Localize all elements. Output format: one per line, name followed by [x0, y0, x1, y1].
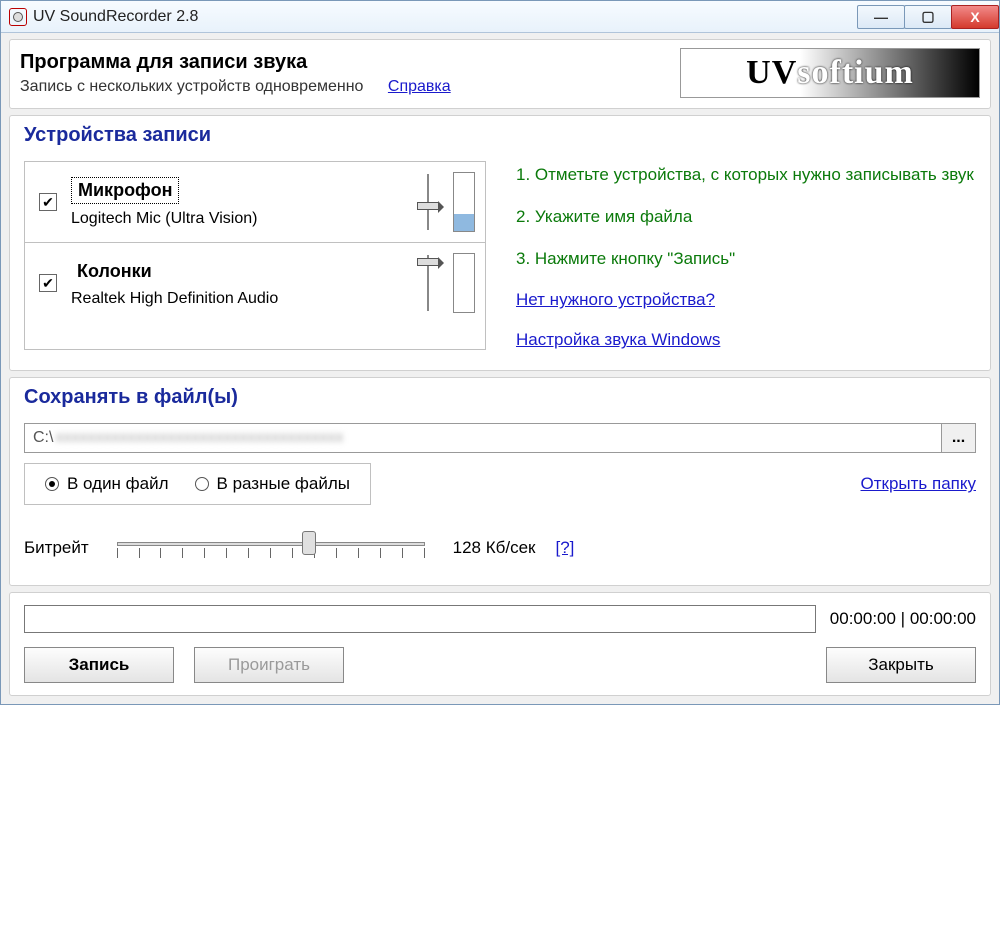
save-path-blurred: xxxxxxxxxxxxxxxxxxxxxxxxxxxxxxxxxxxx	[55, 429, 343, 447]
instruction-step: 3. Нажмите кнопку "Запись"	[516, 247, 976, 271]
progress-row: 00:00:00 | 00:00:00	[24, 605, 976, 633]
brand-logo: UVsoftium	[680, 48, 980, 98]
window-title: UV SoundRecorder 2.8	[33, 8, 198, 26]
device-row: ✔ Микрофон Logitech Mic (Ultra Vision)	[25, 162, 485, 243]
header-title: Программа для записи звука	[20, 51, 451, 74]
bitrate-row: Битрейт 128 Кб/сек [?]	[24, 531, 976, 565]
devices-panel: Устройства записи ✔ Микрофон Logitech Mi…	[9, 115, 991, 371]
header-text: Программа для записи звука Запись с неск…	[20, 51, 451, 96]
save-path-input[interactable]: C:\ xxxxxxxxxxxxxxxxxxxxxxxxxxxxxxxxxxxx	[24, 423, 942, 453]
window-controls: — ▢ X	[858, 5, 999, 29]
device-checkbox[interactable]: ✔	[39, 274, 57, 292]
radio-indicator	[195, 477, 209, 491]
device-volume-slider[interactable]	[415, 253, 441, 313]
device-level-meter	[453, 253, 475, 313]
missing-device-link[interactable]: Нет нужного устройства?	[516, 290, 976, 310]
window-close-button[interactable]: X	[951, 5, 999, 29]
device-name: Микрофон	[71, 177, 179, 204]
maximize-button[interactable]: ▢	[904, 5, 952, 29]
content-area: Программа для записи звука Запись с неск…	[1, 33, 999, 704]
save-mode-row: В один файл В разные файлы Открыть папку	[24, 463, 976, 505]
titlebar: UV SoundRecorder 2.8 — ▢ X	[1, 1, 999, 33]
device-level-meter	[453, 172, 475, 232]
device-checkbox[interactable]: ✔	[39, 193, 57, 211]
bitrate-label: Битрейт	[24, 538, 89, 558]
bitrate-value: 128 Кб/сек	[453, 538, 536, 558]
device-row: ✔ Колонки Realtek High Definition Audio	[25, 243, 485, 323]
save-path-row: C:\ xxxxxxxxxxxxxxxxxxxxxxxxxxxxxxxxxxxx…	[24, 423, 976, 453]
device-labels: Колонки Realtek High Definition Audio	[71, 259, 415, 308]
radio-indicator	[45, 477, 59, 491]
minimize-button[interactable]: —	[857, 5, 905, 29]
play-button[interactable]: Проиграть	[194, 647, 344, 683]
time-display: 00:00:00 | 00:00:00	[830, 609, 976, 629]
record-button[interactable]: Запись	[24, 647, 174, 683]
instructions: 1. Отметьте устройства, с которых нужно …	[516, 161, 976, 350]
bitrate-thumb[interactable]	[302, 531, 316, 555]
instruction-step: 1. Отметьте устройства, с которых нужно …	[516, 163, 976, 187]
device-labels: Микрофон Logitech Mic (Ultra Vision)	[71, 177, 415, 228]
device-list: ✔ Микрофон Logitech Mic (Ultra Vision) ✔…	[24, 161, 486, 350]
radio-single-label: В один файл	[67, 474, 169, 494]
devices-title: Устройства записи	[24, 124, 976, 147]
instruction-step: 2. Укажите имя файла	[516, 205, 976, 229]
bitrate-help-link[interactable]: [?]	[555, 538, 574, 558]
header-panel: Программа для записи звука Запись с неск…	[9, 39, 991, 109]
radio-multi-file[interactable]: В разные файлы	[195, 474, 350, 494]
save-path-value: C:\	[33, 429, 53, 447]
browse-button[interactable]: ...	[942, 423, 976, 453]
logo-left: UV	[746, 54, 797, 92]
device-volume-slider[interactable]	[415, 172, 441, 232]
help-link[interactable]: Справка	[388, 78, 451, 95]
device-name: Колонки	[71, 259, 158, 284]
header-subtitle: Запись с нескольких устройств одновремен…	[20, 78, 363, 95]
save-title: Сохранять в файл(ы)	[24, 386, 976, 409]
close-button[interactable]: Закрыть	[826, 647, 976, 683]
progress-bar	[24, 605, 816, 633]
device-description: Realtek High Definition Audio	[71, 290, 415, 308]
open-folder-link[interactable]: Открыть папку	[861, 474, 976, 494]
device-description: Logitech Mic (Ultra Vision)	[71, 210, 415, 228]
save-mode-group: В один файл В разные файлы	[24, 463, 371, 505]
radio-single-file[interactable]: В один файл	[45, 474, 169, 494]
app-icon	[9, 8, 27, 26]
save-panel: Сохранять в файл(ы) C:\ xxxxxxxxxxxxxxxx…	[9, 377, 991, 586]
radio-multi-label: В разные файлы	[217, 474, 350, 494]
logo-right: softium	[797, 54, 914, 92]
bitrate-slider[interactable]	[111, 531, 431, 565]
button-row: Запись Проиграть Закрыть	[24, 647, 976, 683]
app-window: UV SoundRecorder 2.8 — ▢ X Программа для…	[0, 0, 1000, 705]
bottom-panel: 00:00:00 | 00:00:00 Запись Проиграть Зак…	[9, 592, 991, 696]
windows-audio-settings-link[interactable]: Настройка звука Windows	[516, 330, 976, 350]
